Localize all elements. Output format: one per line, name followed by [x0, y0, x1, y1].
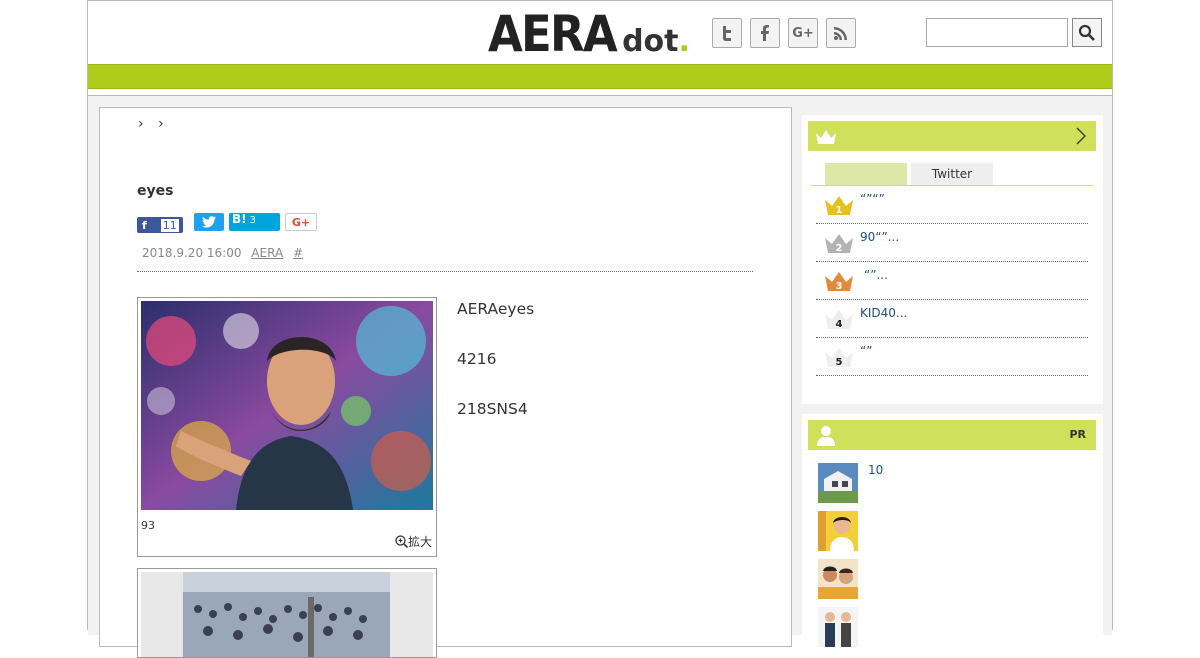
person-icon	[817, 426, 835, 446]
global-nav-bar	[88, 64, 1112, 89]
twitter-icon[interactable]	[712, 18, 742, 48]
pr-thumb-people	[818, 607, 858, 647]
twitter-share-icon	[202, 216, 216, 228]
rss-icon[interactable]	[826, 18, 856, 48]
site-header: AERA dot. G+	[88, 1, 1112, 64]
tab-ranking-twitter[interactable]: Twitter	[911, 163, 993, 185]
article-photo-image	[141, 301, 433, 510]
search-input[interactable]	[926, 18, 1068, 47]
tweet-button[interactable]	[194, 213, 224, 231]
facebook-glyph	[761, 25, 769, 41]
ranking-item-text: 90“”...	[860, 230, 900, 244]
facebook-share-count: 11	[160, 218, 179, 232]
rank-1-crown-icon: 1	[825, 196, 853, 216]
hatena-label: B!	[232, 212, 247, 226]
ranking-item[interactable]: 2 90“”...	[816, 224, 1088, 262]
hatena-bookmark-button[interactable]: B! 3	[229, 212, 280, 231]
facebook-share-icon: f	[142, 218, 147, 232]
ranking-item-text: “”“”	[860, 192, 885, 206]
rank-5-crown-icon: 5	[825, 348, 853, 368]
logo-period: .	[678, 24, 690, 59]
google-plus-share-button[interactable]: G+	[285, 213, 317, 231]
ranking-item[interactable]: 5 “”	[816, 338, 1088, 376]
svg-text:4: 4	[836, 319, 843, 330]
rank-4-crown-icon: 4	[825, 310, 853, 330]
article-source-link[interactable]: AERA	[251, 246, 283, 260]
article-title: eyes	[137, 183, 174, 199]
zoom-label: 拡大	[407, 535, 432, 549]
article-meta: 2018.9.20 16:00 AERA #	[142, 246, 303, 260]
facebook-share-button[interactable]: f 11	[137, 217, 183, 233]
pr-thumb-woman	[818, 511, 858, 551]
breadcrumb-separator[interactable]: ›	[138, 116, 144, 132]
pr-item-text[interactable]: 10	[868, 463, 883, 477]
facebook-icon[interactable]	[750, 18, 780, 48]
twitter-glyph	[723, 26, 731, 41]
meta-divider	[137, 271, 753, 272]
article-paragraph: AERAeyes	[457, 300, 535, 318]
ranking-item-text: KID40...	[860, 306, 908, 320]
pr-label: PR	[1069, 428, 1086, 441]
svg-text:3: 3	[836, 281, 843, 292]
chevron-right-icon	[1076, 127, 1086, 145]
pr-thumbnail[interactable]	[818, 559, 858, 599]
pr-thumbnail[interactable]	[818, 511, 858, 551]
rss-glyph	[834, 27, 847, 40]
page-frame: AERA dot. G+ › › eyes f 11 B! 3 G+ 2018.…	[87, 0, 1113, 658]
article-tag-link[interactable]: #	[293, 246, 303, 260]
pr-thumbnail[interactable]	[818, 463, 858, 503]
breadcrumb: › ›	[138, 116, 164, 132]
photo-caption: 93	[141, 519, 155, 532]
svg-text:1: 1	[836, 205, 843, 216]
ranking-header[interactable]	[808, 121, 1096, 151]
google-plus-icon[interactable]: G+	[788, 18, 818, 48]
breadcrumb-separator[interactable]: ›	[158, 116, 164, 132]
pr-thumb-house	[818, 463, 858, 503]
svg-text:5: 5	[836, 357, 843, 368]
ranking-item-text: “”...	[864, 268, 888, 282]
pr-thumb-family	[818, 559, 858, 599]
article-panel: › › eyes f 11 B! 3 G+ 2018.9.20 16:00 AE…	[99, 107, 792, 658]
pr-header: PR	[808, 420, 1096, 450]
logo-dot-text: dot.	[622, 25, 690, 59]
zoom-icon	[395, 535, 409, 549]
logo-aera-text: AERA	[488, 5, 618, 63]
photo-illustration	[141, 301, 433, 510]
ranking-item-text: “”	[860, 344, 873, 358]
article-photo[interactable]: 93 拡大	[137, 297, 437, 557]
article-body: AERAeyes 4216 218SNS4	[457, 297, 757, 447]
logo-dot-word: dot	[622, 24, 679, 59]
article-paragraph: 218SNS4	[457, 400, 528, 418]
ranking-item[interactable]: 1 “”“”	[816, 186, 1088, 224]
second-photo-illustration	[141, 572, 433, 657]
crown-icon	[816, 130, 836, 144]
rank-2-crown-icon: 2	[825, 234, 853, 254]
ranking-tabs: Twitter	[825, 163, 997, 185]
ranking-widget: Twitter 1 “”“” 2 90“”... 3 “”... 4 KID40…	[802, 115, 1103, 404]
article-date: 2018.9.20 16:00	[142, 246, 242, 260]
ranking-item[interactable]: 4 KID40...	[816, 300, 1088, 338]
svg-text:2: 2	[836, 243, 843, 254]
hatena-count: 3	[249, 214, 256, 226]
article-paragraph: 4216	[457, 350, 497, 368]
site-logo[interactable]: AERA dot.	[488, 7, 690, 59]
search-button[interactable]	[1072, 18, 1102, 47]
pr-widget: PR 10	[802, 414, 1103, 647]
rank-3-crown-icon: 3	[825, 272, 853, 292]
article-photo-second[interactable]	[137, 568, 437, 658]
pr-thumbnail[interactable]	[818, 607, 858, 647]
ranking-item[interactable]: 3 “”...	[816, 262, 1088, 300]
photo-zoom-button[interactable]: 拡大	[395, 533, 432, 550]
content-area: › › eyes f 11 B! 3 G+ 2018.9.20 16:00 AE…	[88, 95, 1112, 658]
search-icon	[1078, 24, 1095, 41]
tab-ranking-default[interactable]	[825, 163, 907, 185]
